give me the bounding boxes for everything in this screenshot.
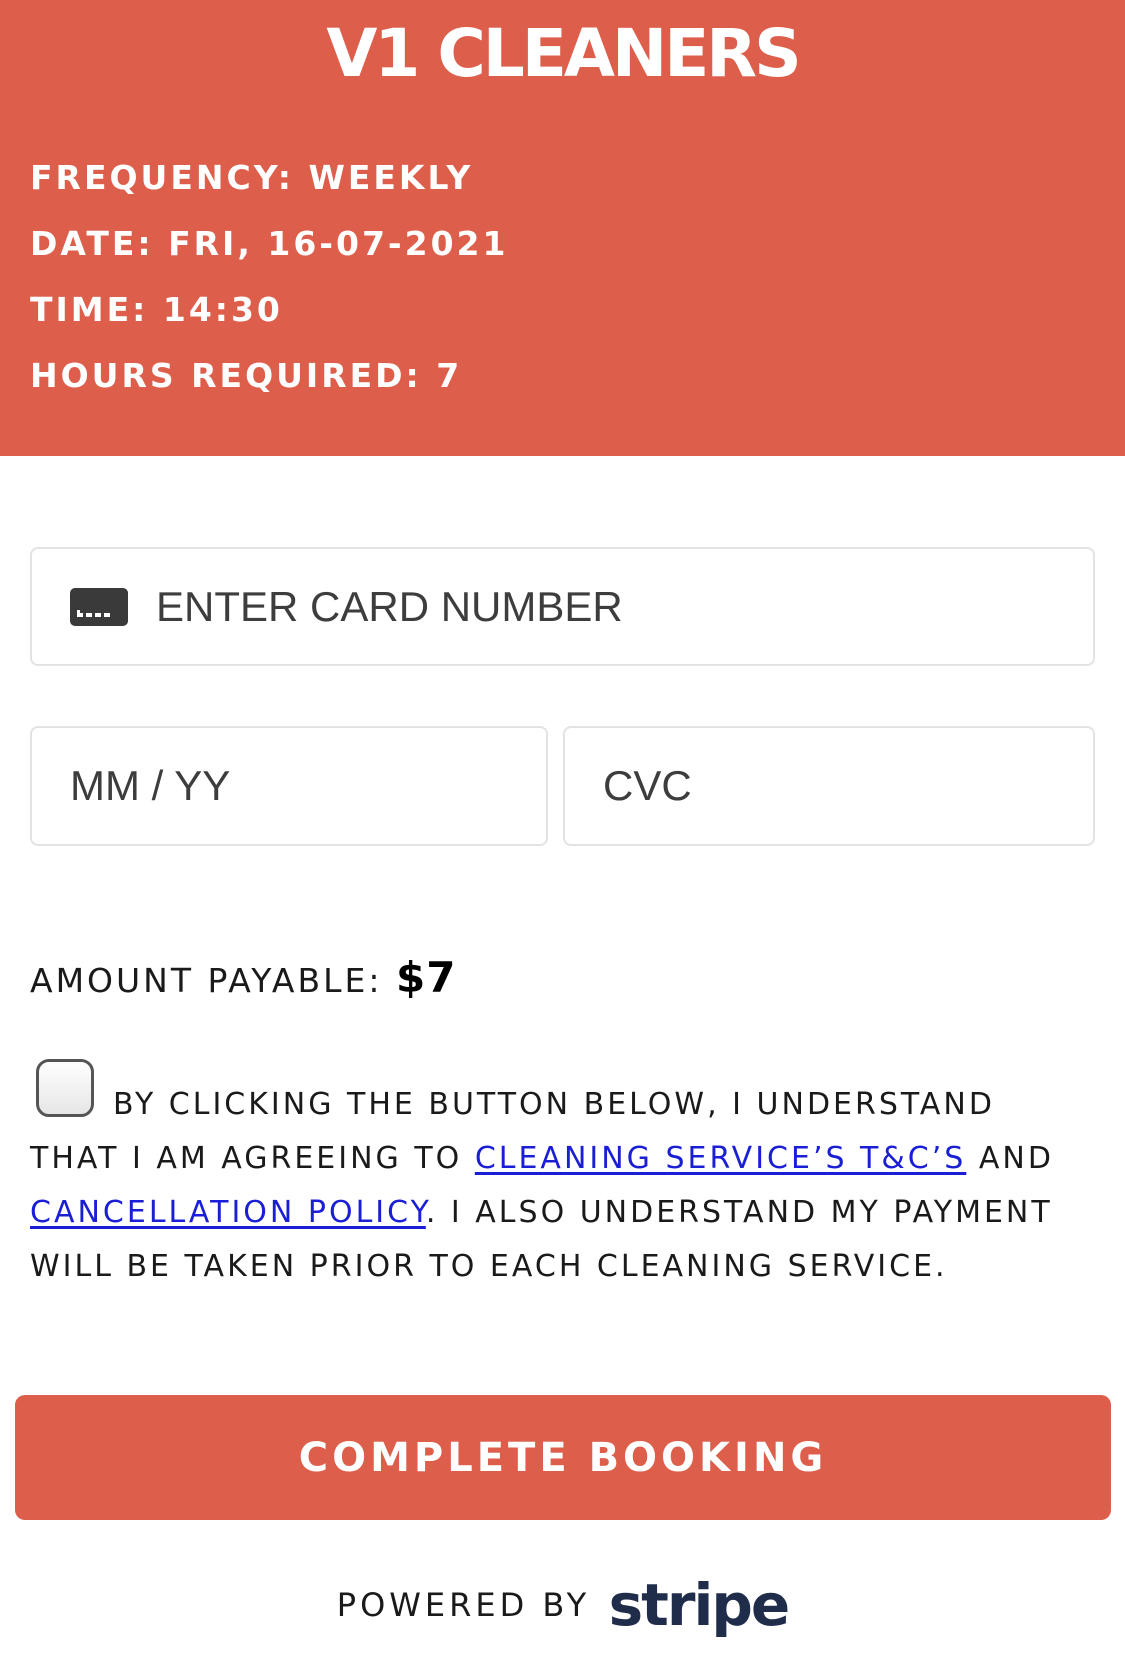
consent-text: THAT I AM AGREEING TO: [30, 1141, 475, 1176]
credit-card-icon: [70, 587, 128, 626]
booking-header: V1 CLEANERS FREQUENCY: WEEKLY DATE: FRI,…: [0, 0, 1125, 456]
consent-line-1: BY CLICKING THE BUTTON BELOW, I UNDERSTA…: [113, 1087, 995, 1122]
frequency-detail: FREQUENCY: WEEKLY: [30, 158, 474, 197]
amount-value: $7: [395, 953, 457, 1002]
consent-line-4: WILL BE TAKEN PRIOR TO EACH CLEANING SER…: [30, 1249, 948, 1284]
card-number-field[interactable]: [30, 547, 1095, 666]
consent-text: . I ALSO UNDERSTAND MY PAYMENT: [425, 1195, 1053, 1230]
powered-by-footer: POWERED BY stripe: [0, 1575, 1125, 1635]
cancellation-policy-link[interactable]: CANCELLATION POLICY: [30, 1195, 426, 1230]
brand-logo: V1 CLEANERS: [326, 15, 801, 92]
terms-link[interactable]: CLEANING SERVICE’S T&C’S: [475, 1141, 967, 1176]
powered-by-label: POWERED BY: [336, 1586, 591, 1624]
hours-detail: HOURS REQUIRED: 7: [30, 356, 463, 395]
consent-line-3: CANCELLATION POLICY. I ALSO UNDERSTAND M…: [30, 1193, 1053, 1233]
time-detail: TIME: 14:30: [30, 290, 283, 329]
complete-booking-button[interactable]: COMPLETE BOOKING: [15, 1395, 1111, 1520]
amount-payable: AMOUNT PAYABLE: $7: [30, 950, 456, 1009]
card-number-input[interactable]: [156, 582, 1093, 631]
expiry-input[interactable]: [70, 762, 546, 810]
consent-text: AND: [966, 1141, 1054, 1176]
cvc-field[interactable]: [563, 726, 1095, 846]
expiry-field[interactable]: [30, 726, 548, 846]
consent-checkbox[interactable]: [36, 1059, 94, 1117]
stripe-logo: stripe: [608, 1571, 791, 1639]
consent-line-2: THAT I AM AGREEING TO CLEANING SERVICE’S…: [30, 1139, 1054, 1179]
date-detail: DATE: FRI, 16-07-2021: [30, 224, 509, 263]
amount-label: AMOUNT PAYABLE:: [30, 961, 396, 1000]
cvc-input[interactable]: [603, 762, 1093, 810]
